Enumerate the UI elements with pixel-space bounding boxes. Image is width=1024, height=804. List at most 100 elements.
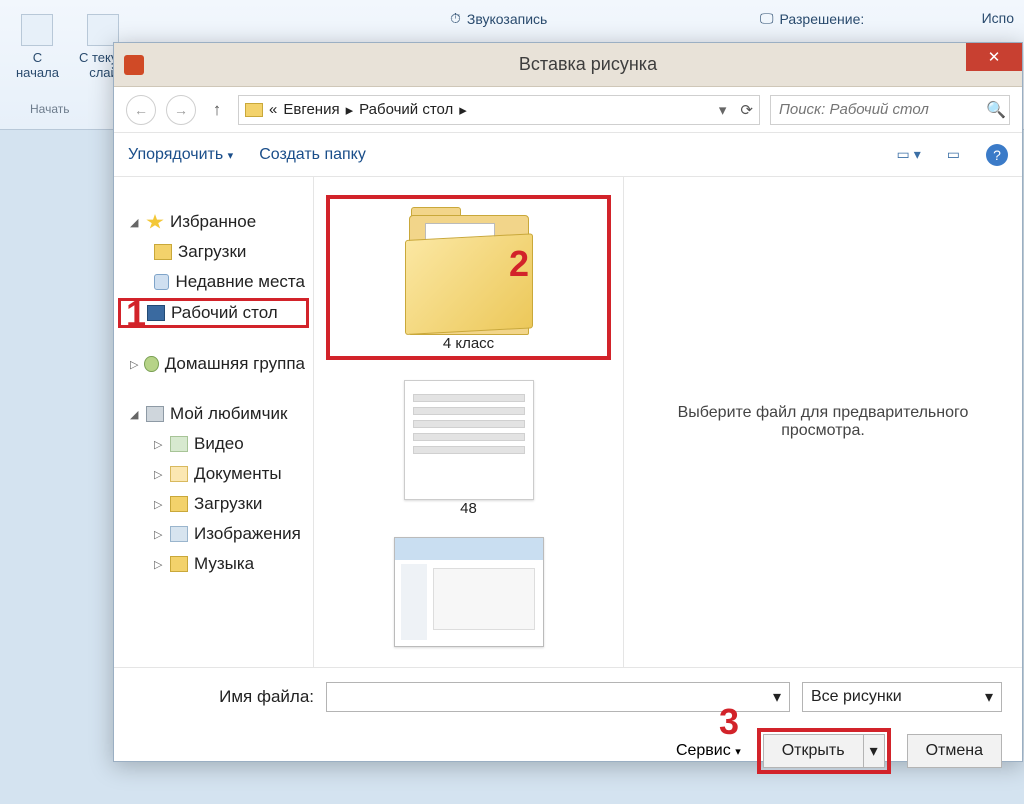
ribbon-sound-button[interactable]: ⏱ Звукозапись <box>450 10 547 27</box>
triangle-right-icon: ▷ <box>154 528 164 541</box>
triangle-right-icon: ▷ <box>154 498 164 511</box>
sidebar-documents[interactable]: ▷ Документы <box>118 459 309 489</box>
sidebar-favorites[interactable]: ◢ Избранное <box>118 207 309 237</box>
new-folder-button[interactable]: Создать папку <box>259 146 366 164</box>
chevron-down-icon: ▾ <box>914 146 921 163</box>
chevron-down-icon: ▾ <box>773 687 781 707</box>
sidebar-video[interactable]: ▷ Видео <box>118 429 309 459</box>
breadcrumb-segment[interactable]: Евгения <box>283 101 339 118</box>
open-button-highlight: Открыть ▾ <box>757 728 891 774</box>
label: Документы <box>194 464 282 484</box>
sidebar-desktop[interactable]: Рабочий стол <box>118 298 309 328</box>
label: Загрузки <box>194 494 262 514</box>
label: Недавние места <box>175 272 305 292</box>
label: Музыка <box>194 554 254 574</box>
item-ppt[interactable] <box>326 537 611 647</box>
address-bar[interactable]: « Евгения ▸ Рабочий стол ▸ ▾ ⟳ <box>238 95 760 125</box>
chevron-down-icon: ▾ <box>985 687 993 707</box>
preview-pane: Выберите файл для предварительного просм… <box>624 177 1022 667</box>
arrow-left-icon: ← <box>134 102 148 118</box>
insert-picture-dialog: Вставка рисунка ✕ ← → ↑ « Евгения ▸ Рабо… <box>113 42 1023 762</box>
nav-sidebar: ◢ Избранное Загрузки Недавние места Рабоч… <box>114 177 314 667</box>
search-icon[interactable]: 🔍 <box>986 100 1006 120</box>
play-icon <box>21 14 53 46</box>
label: Мой любимчик <box>170 404 287 424</box>
item-label: 48 <box>460 500 477 517</box>
sidebar-recent[interactable]: Недавние места <box>118 267 309 297</box>
ribbon-resolution-label: 🖵 Разрешение: <box>760 10 864 27</box>
recent-icon <box>154 274 169 290</box>
label: начала <box>16 65 59 80</box>
sidebar-downloads[interactable]: Загрузки <box>118 237 309 267</box>
cancel-button[interactable]: Отмена <box>907 734 1002 768</box>
item-folder-4klass[interactable]: 4 класс <box>326 195 611 360</box>
preview-placeholder: Выберите файл для предварительного просм… <box>634 404 1012 440</box>
label: С <box>33 50 42 65</box>
search-input[interactable] <box>779 101 980 118</box>
back-button[interactable]: ← <box>126 95 156 125</box>
stopwatch-icon: ⏱ <box>450 10 461 27</box>
filename-label: Имя файла: <box>134 687 314 707</box>
chevron-down-icon: ▾ <box>870 741 878 761</box>
forward-button[interactable]: → <box>166 95 196 125</box>
powerpoint-icon <box>124 55 144 75</box>
ribbon-use-label: Испо <box>982 10 1014 26</box>
titlebar[interactable]: Вставка рисунка ✕ <box>114 43 1022 87</box>
label: Разрешение: <box>780 11 865 27</box>
label: Сервис <box>676 742 731 759</box>
chevron-down-icon[interactable]: ▾ <box>719 101 727 119</box>
refresh-button[interactable]: ⟳ <box>740 101 753 119</box>
monitor-icon: 🖵 <box>760 10 774 27</box>
dialog-title: Вставка рисунка <box>154 54 1022 75</box>
close-icon: ✕ <box>988 48 1001 66</box>
item-doc-48[interactable]: 48 <box>326 380 611 517</box>
chevron-down-icon: ▾ <box>735 746 741 758</box>
search-box[interactable]: 🔍 <box>770 95 1010 125</box>
monitor-icon <box>147 305 165 321</box>
help-icon: ? <box>993 147 1001 163</box>
dialog-body: ◢ Избранное Загрузки Недавние места Рабоч… <box>114 177 1022 667</box>
homegroup-icon <box>144 356 158 372</box>
label: Отмена <box>926 742 983 760</box>
label: Избранное <box>170 212 256 232</box>
sidebar-computer[interactable]: ◢ Мой любимчик <box>118 399 309 429</box>
service-button[interactable]: Сервис ▾ <box>676 742 741 760</box>
chevron-down-icon: ▾ <box>228 150 234 162</box>
triangle-right-icon: ▷ <box>130 358 138 371</box>
ribbon-from-start-button[interactable]: С начала <box>6 10 69 84</box>
dialog-footer: Имя файла: ▾ Все рисунки▾ Сервис ▾ Откры… <box>114 667 1022 804</box>
organize-button[interactable]: Упорядочить ▾ <box>128 146 233 164</box>
triangle-down-icon: ◢ <box>130 216 140 229</box>
help-button[interactable]: ? <box>986 144 1008 166</box>
file-list[interactable]: 4 класс 48 <box>314 177 624 667</box>
triangle-right-icon: ▷ <box>154 438 164 451</box>
view-button[interactable]: ▭ ▾ <box>897 146 921 163</box>
label: Рабочий стол <box>171 303 278 323</box>
command-row: Упорядочить ▾ Создать папку ▭ ▾ ▭ ? <box>114 133 1022 177</box>
up-button[interactable]: ↑ <box>206 99 228 121</box>
sidebar-downloads2[interactable]: ▷ Загрузки <box>118 489 309 519</box>
breadcrumb-segment[interactable]: Рабочий стол <box>359 101 453 118</box>
video-icon <box>170 436 188 452</box>
sidebar-images[interactable]: ▷Изображения <box>118 519 309 549</box>
open-button[interactable]: Открыть <box>763 734 863 768</box>
label: Видео <box>194 434 244 454</box>
open-dropdown-button[interactable]: ▾ <box>863 734 885 768</box>
label: Открыть <box>782 742 845 760</box>
folder-icon <box>245 103 263 117</box>
triangle-down-icon: ◢ <box>130 408 140 421</box>
item-label: 4 класс <box>443 335 494 352</box>
sidebar-music[interactable]: ▷Музыка <box>118 549 309 579</box>
close-button[interactable]: ✕ <box>966 43 1022 71</box>
triangle-right-icon: ▷ <box>154 468 164 481</box>
sidebar-homegroup[interactable]: ▷ Домашняя группа <box>118 349 309 379</box>
presentation-icon <box>394 537 544 647</box>
preview-pane-button[interactable]: ▭ <box>947 146 960 163</box>
ribbon-group-start: Начать <box>30 100 70 118</box>
download-icon <box>170 496 188 512</box>
star-icon <box>146 214 164 230</box>
filetype-combo[interactable]: Все рисунки▾ <box>802 682 1002 712</box>
music-icon <box>170 556 188 572</box>
label: Домашняя группа <box>165 354 305 374</box>
arrow-right-icon: → <box>174 102 188 118</box>
